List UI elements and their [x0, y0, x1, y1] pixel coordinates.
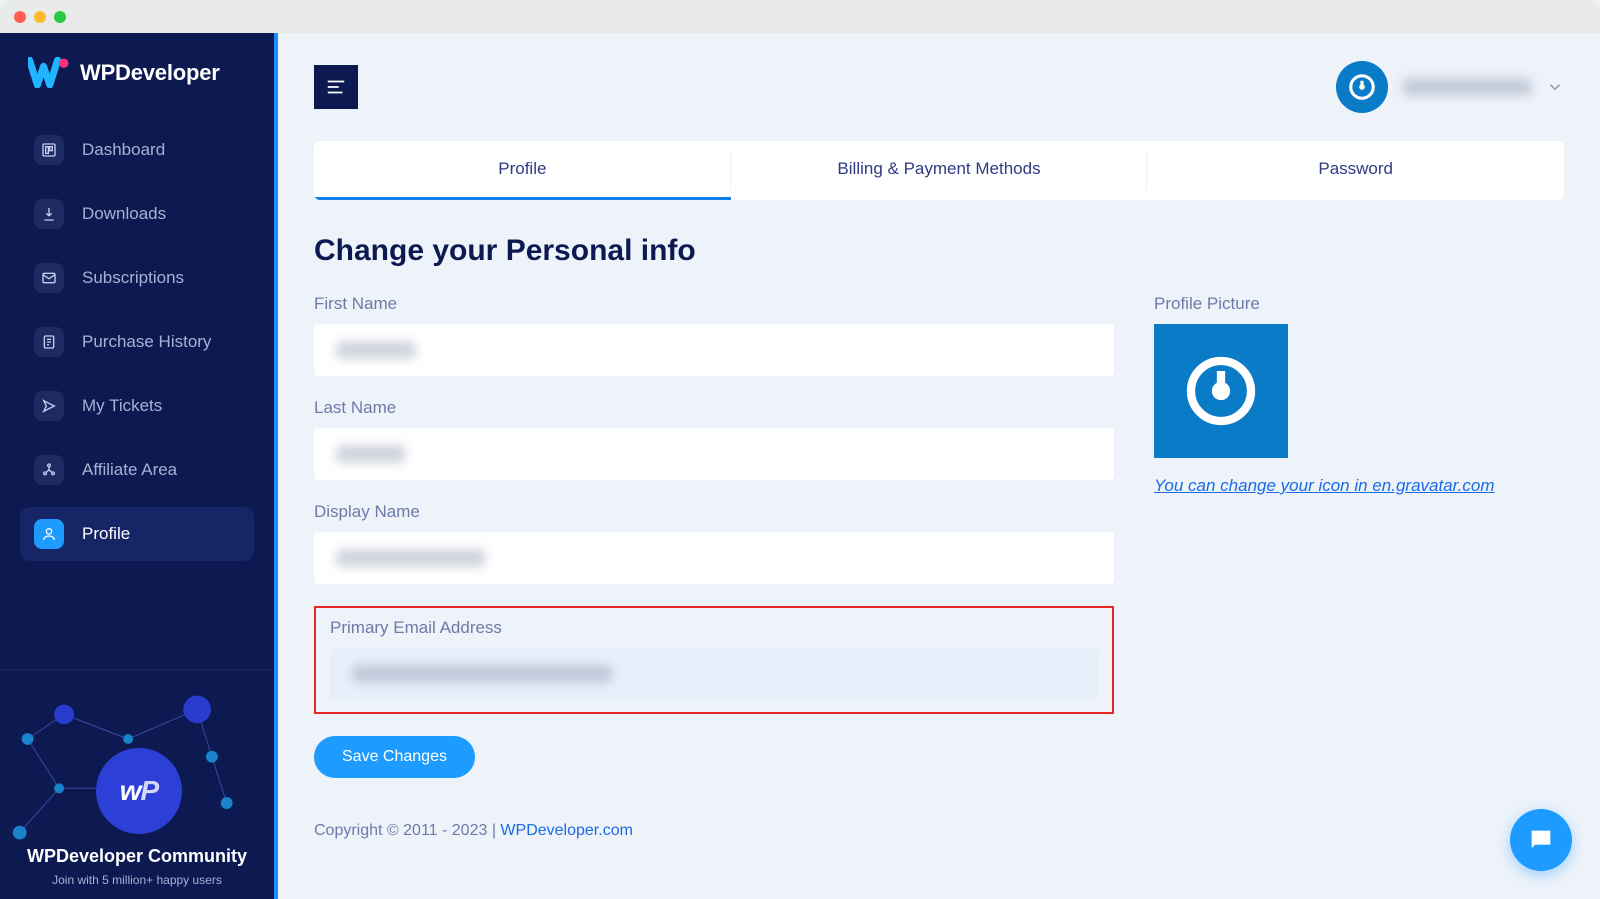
- display-name-field[interactable]: [314, 532, 1114, 584]
- brand-logo-icon: [28, 57, 70, 89]
- email-highlight-box: Primary Email Address: [314, 606, 1114, 714]
- sidebar-item-profile[interactable]: Profile: [20, 507, 254, 561]
- sidebar-item-label: Dashboard: [82, 140, 165, 160]
- window-titlebar: [0, 0, 1600, 33]
- sidebar-item-affiliate[interactable]: Affiliate Area: [20, 443, 254, 497]
- footer-copyright: Copyright © 2011 - 2023 |: [314, 822, 500, 839]
- tabs: Profile Billing & Payment Methods Passwo…: [314, 141, 1564, 200]
- sidebar: WPDeveloper Dashboard Downloads Subscrip…: [0, 33, 278, 899]
- sidebar-item-label: Profile: [82, 524, 130, 544]
- user-display-name: [1402, 78, 1532, 96]
- main-content: Profile Billing & Payment Methods Passwo…: [278, 33, 1600, 899]
- gravatar-link[interactable]: You can change your icon in en.gravatar.…: [1154, 476, 1495, 495]
- sidebar-item-my-tickets[interactable]: My Tickets: [20, 379, 254, 433]
- brand-row[interactable]: WPDeveloper: [0, 33, 274, 113]
- tab-billing[interactable]: Billing & Payment Methods: [731, 141, 1148, 200]
- label-profile-picture: Profile Picture: [1154, 294, 1564, 314]
- ticket-icon: [34, 391, 64, 421]
- nodes-icon: [34, 455, 64, 485]
- label-last-name: Last Name: [314, 398, 1114, 418]
- community-logo-icon: wP: [96, 748, 182, 834]
- first-name-field[interactable]: [314, 324, 1114, 376]
- chevron-down-icon: [1546, 78, 1564, 96]
- sidebar-item-subscriptions[interactable]: Subscriptions: [20, 251, 254, 305]
- user-menu[interactable]: [1336, 61, 1564, 113]
- save-button[interactable]: Save Changes: [314, 736, 475, 778]
- receipt-icon: [34, 327, 64, 357]
- sidebar-item-downloads[interactable]: Downloads: [20, 187, 254, 241]
- community-title: WPDeveloper Community: [0, 846, 274, 867]
- sidebar-item-label: Subscriptions: [82, 268, 184, 288]
- dashboard-icon: [34, 135, 64, 165]
- avatar-icon: [1336, 61, 1388, 113]
- tab-password[interactable]: Password: [1147, 141, 1564, 200]
- user-icon: [34, 519, 64, 549]
- hamburger-button[interactable]: [314, 65, 358, 109]
- primary-email-field[interactable]: [330, 648, 1098, 700]
- sidebar-item-purchase-history[interactable]: Purchase History: [20, 315, 254, 369]
- footer: Copyright © 2011 - 2023 | WPDeveloper.co…: [314, 778, 1564, 840]
- footer-link[interactable]: WPDeveloper.com: [500, 822, 633, 839]
- chat-fab[interactable]: [1510, 809, 1572, 871]
- sidebar-item-label: Purchase History: [82, 332, 211, 352]
- window-close-icon[interactable]: [14, 11, 26, 23]
- label-first-name: First Name: [314, 294, 1114, 314]
- last-name-field[interactable]: [314, 428, 1114, 480]
- window-zoom-icon[interactable]: [54, 11, 66, 23]
- topbar: [278, 33, 1600, 113]
- label-primary-email: Primary Email Address: [330, 618, 1098, 638]
- community-subtitle: Join with 5 million+ happy users: [0, 873, 274, 887]
- sidebar-item-label: My Tickets: [82, 396, 162, 416]
- sidebar-nav: Dashboard Downloads Subscriptions Purcha…: [0, 113, 274, 571]
- sidebar-item-label: Downloads: [82, 204, 166, 224]
- sidebar-community-card[interactable]: wP WPDeveloper Community Join with 5 mil…: [0, 669, 274, 899]
- tab-profile[interactable]: Profile: [314, 141, 731, 200]
- mail-icon: [34, 263, 64, 293]
- sidebar-item-dashboard[interactable]: Dashboard: [20, 123, 254, 177]
- page-title: Change your Personal info: [314, 234, 1564, 268]
- sidebar-item-label: Affiliate Area: [82, 460, 177, 480]
- window-minimize-icon[interactable]: [34, 11, 46, 23]
- download-icon: [34, 199, 64, 229]
- brand-name: WPDeveloper: [80, 60, 220, 86]
- label-display-name: Display Name: [314, 502, 1114, 522]
- profile-picture: [1154, 324, 1288, 458]
